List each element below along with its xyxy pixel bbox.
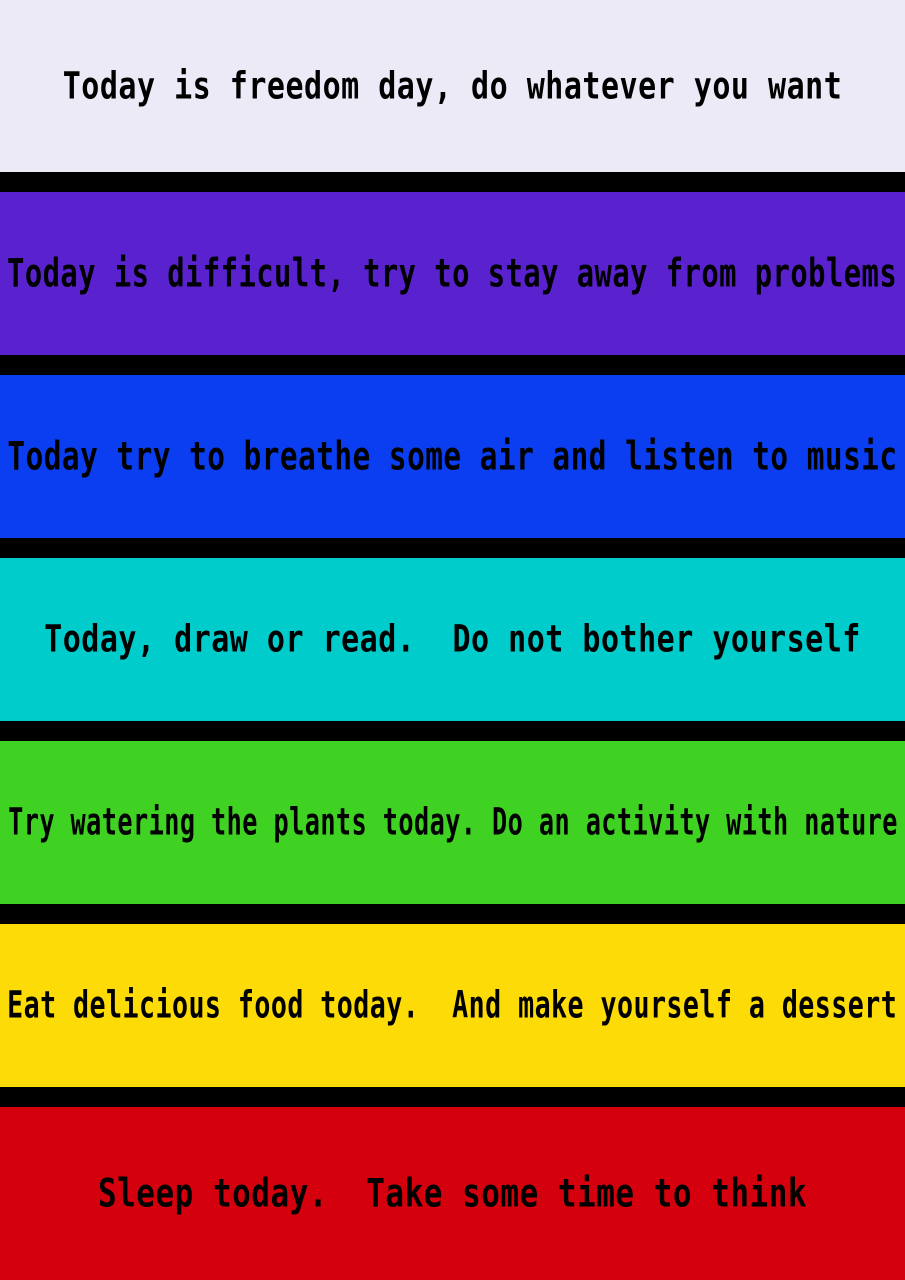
band-freedom: Today is freedom day, do whatever you wa… xyxy=(0,0,905,172)
band-difficult: Today is difficult, try to stay away fro… xyxy=(0,192,905,355)
band-label: Today, draw or read. Do not bother yours… xyxy=(44,617,861,662)
band-sleep: Sleep today. Take some time to think xyxy=(0,1107,905,1280)
band-label: Sleep today. Take some time to think xyxy=(97,1171,808,1216)
band-plants: Try watering the plants today. Do an act… xyxy=(0,741,905,904)
mood-stripes: Today is freedom day, do whatever you wa… xyxy=(0,0,905,1280)
band-breathe: Today try to breathe some air and listen… xyxy=(0,375,905,538)
band-food: Eat delicious food today. And make yours… xyxy=(0,924,905,1087)
band-label: Today try to breathe some air and listen… xyxy=(7,434,898,479)
band-label: Try watering the plants today. Do an act… xyxy=(7,800,898,845)
band-draw-read: Today, draw or read. Do not bother yours… xyxy=(0,558,905,721)
band-label: Eat delicious food today. And make yours… xyxy=(7,983,898,1028)
band-label: Today is freedom day, do whatever you wa… xyxy=(62,64,843,108)
band-label: Today is difficult, try to stay away fro… xyxy=(7,251,898,296)
